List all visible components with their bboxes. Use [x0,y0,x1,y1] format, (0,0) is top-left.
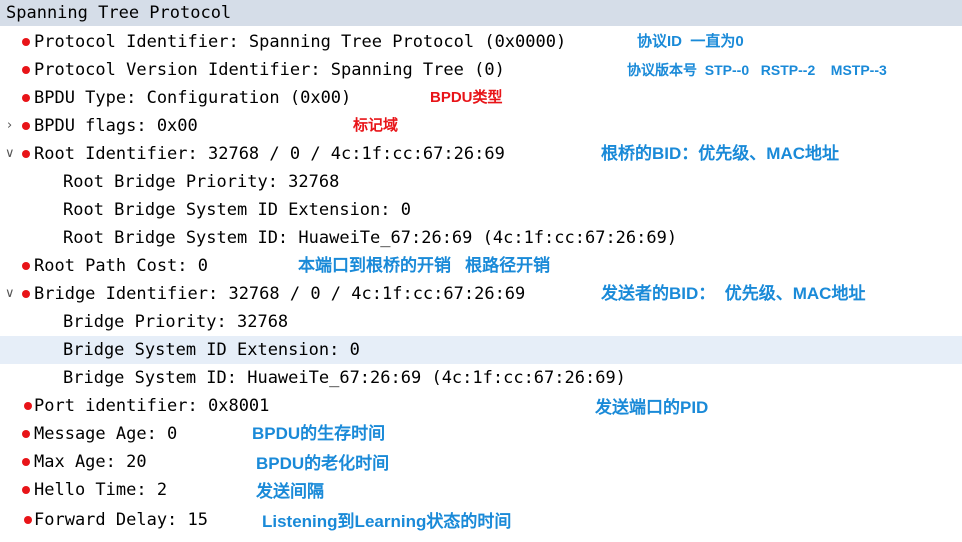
annotation-protocol-version: 协议版本号 STP--0 RSTP--2 MSTP--3 [627,62,887,78]
tree-row-port-identifier[interactable]: Port identifier: 0x8001 发送端口的PID [0,392,962,420]
annotation-root-bid: 根桥的BID：优先级、MAC地址 [601,144,839,163]
tree-header-row[interactable]: Spanning Tree Protocol [0,0,962,26]
bpdu-type-text: BPDU Type: Configuration (0x00) [34,88,352,108]
tree-row-bpdu-flags[interactable]: › BPDU flags: 0x00 标记域 [0,112,962,140]
red-dot-icon [22,66,30,74]
annotation-bpdu-flags: 标记域 [353,117,399,134]
port-identifier-text: Port identifier: 0x8001 [34,396,270,416]
chevron-right-icon[interactable]: › [7,112,12,140]
message-age-text: Message Age: 0 [34,424,178,444]
red-dot-icon [22,458,30,466]
tree-row-bpdu-type[interactable]: BPDU Type: Configuration (0x00) BPDU类型 [0,84,962,112]
red-dot-icon [22,38,30,46]
annotation-sender-bid: 发送者的BID： 优先级、MAC地址 [601,284,866,303]
chevron-down-icon[interactable]: ∨ [5,280,15,308]
protocol-version-text: Protocol Version Identifier: Spanning Tr… [34,60,505,80]
annotation-max-age: BPDU的老化时间 [256,454,390,473]
bpdu-flags-text: BPDU flags: 0x00 [34,116,198,136]
red-dot-icon [22,150,30,158]
tree-row-root-bridge-priority[interactable]: Root Bridge Priority: 32768 [0,168,962,196]
annotation-message-age: BPDU的生存时间 [252,424,386,443]
chevron-down-icon[interactable]: ∨ [5,140,15,168]
annotation-root-path-cost: 本端口到根桥的开销 根路径开销 [298,256,551,275]
annotation-protocol-id: 协议ID 一直为0 [637,33,744,50]
red-dot-icon [22,122,30,130]
root-bridge-sysid-text: Root Bridge System ID: HuaweiTe_67:26:69… [63,228,678,248]
max-age-text: Max Age: 20 [34,452,147,472]
tree-row-bridge-identifier[interactable]: ∨ Bridge Identifier: 32768 / 0 / 4c:1f:c… [0,280,962,308]
red-dot-icon [22,94,30,102]
tree-row-protocol-identifier[interactable]: Protocol Identifier: Spanning Tree Proto… [0,28,962,56]
forward-delay-text: Forward Delay: 15 [34,510,208,530]
tree-row-max-age[interactable]: Max Age: 20 BPDU的老化时间 [0,448,962,476]
root-bridge-sysid-ext-text: Root Bridge System ID Extension: 0 [63,200,411,220]
tree-row-bridge-sysid-ext[interactable]: Bridge System ID Extension: 0 [0,336,962,364]
red-dot-icon [24,516,32,524]
annotation-forward-delay: Listening到Learning状态的时间 [262,512,512,531]
root-bridge-priority-text: Root Bridge Priority: 32768 [63,172,340,192]
bridge-sysid-text: Bridge System ID: HuaweiTe_67:26:69 (4c:… [63,368,626,388]
annotation-port-pid: 发送端口的PID [595,398,709,417]
root-identifier-text: Root Identifier: 32768 / 0 / 4c:1f:cc:67… [34,144,505,164]
bridge-identifier-text: Bridge Identifier: 32768 / 0 / 4c:1f:cc:… [34,284,526,304]
protocol-identifier-text: Protocol Identifier: Spanning Tree Proto… [34,32,567,52]
red-dot-icon [22,430,30,438]
tree-row-protocol-version[interactable]: Protocol Version Identifier: Spanning Tr… [0,56,962,84]
tree-row-message-age[interactable]: Message Age: 0 BPDU的生存时间 [0,420,962,448]
tree-header-label: Spanning Tree Protocol [6,3,232,23]
tree-row-root-bridge-sysid[interactable]: Root Bridge System ID: HuaweiTe_67:26:69… [0,224,962,252]
bridge-priority-text: Bridge Priority: 32768 [63,312,289,332]
tree-row-bridge-sysid[interactable]: Bridge System ID: HuaweiTe_67:26:69 (4c:… [0,364,962,392]
root-path-cost-text: Root Path Cost: 0 [34,256,208,276]
red-dot-icon [22,486,30,494]
red-dot-icon [22,290,30,298]
tree-row-forward-delay[interactable]: Forward Delay: 15 Listening到Learning状态的时… [0,506,962,534]
tree-row-root-path-cost[interactable]: Root Path Cost: 0 本端口到根桥的开销 根路径开销 [0,252,962,280]
tree-row-root-identifier[interactable]: ∨ Root Identifier: 32768 / 0 / 4c:1f:cc:… [0,140,962,168]
tree-row-root-bridge-sysid-ext[interactable]: Root Bridge System ID Extension: 0 [0,196,962,224]
annotation-bpdu-type: BPDU类型 [430,89,503,106]
annotation-hello-time: 发送间隔 [256,482,324,501]
red-dot-icon [24,402,32,410]
bridge-sysid-ext-text: Bridge System ID Extension: 0 [63,340,360,360]
hello-time-text: Hello Time: 2 [34,480,168,500]
tree-row-bridge-priority[interactable]: Bridge Priority: 32768 [0,308,962,336]
red-dot-icon [22,262,30,270]
tree-row-hello-time[interactable]: Hello Time: 2 发送间隔 [0,476,962,504]
